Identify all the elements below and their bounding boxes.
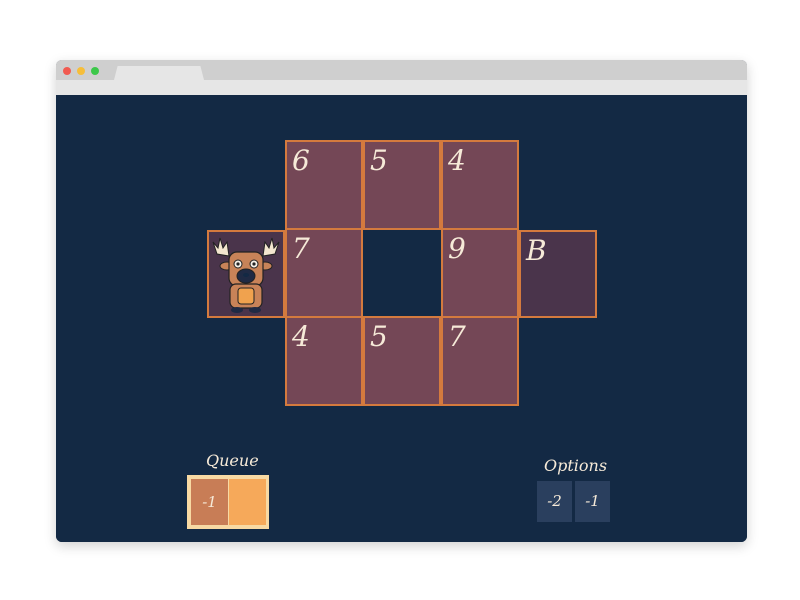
tile-top-1[interactable]: 6 xyxy=(285,140,363,230)
tile-middle-right[interactable]: 9 xyxy=(441,228,519,318)
tile-top-2[interactable]: 5 xyxy=(363,140,441,230)
tile-value: 5 xyxy=(370,144,388,177)
close-window-button[interactable] xyxy=(63,67,71,75)
tile-top-3[interactable]: 4 xyxy=(441,140,519,230)
queue-item[interactable] xyxy=(229,479,266,525)
tile-bottom-3[interactable]: 7 xyxy=(441,316,519,406)
tile-bottom-1[interactable]: 4 xyxy=(285,316,363,406)
browser-window: 6 5 4 7 9 B 4 5 7 Queue -1 Options -2 -1 xyxy=(56,60,747,542)
tile-value: 4 xyxy=(292,320,310,353)
option-button[interactable]: -1 xyxy=(575,481,610,522)
maximize-window-button[interactable] xyxy=(91,67,99,75)
option-button[interactable]: -2 xyxy=(537,481,572,522)
tile-value: 6 xyxy=(292,144,310,177)
minimize-window-button[interactable] xyxy=(77,67,85,75)
toolbar xyxy=(56,80,747,95)
tile-value: 9 xyxy=(448,232,466,265)
moose-sprite xyxy=(212,237,280,313)
tile-bonus[interactable]: B xyxy=(519,230,597,318)
tile-middle-left[interactable]: 7 xyxy=(285,228,363,318)
queue-panel: -1 xyxy=(187,475,269,529)
queue-item[interactable]: -1 xyxy=(191,479,228,525)
queue-title: Queue xyxy=(206,451,259,470)
game-viewport: 6 5 4 7 9 B 4 5 7 Queue -1 Options -2 -1 xyxy=(56,95,747,542)
tile-value: 4 xyxy=(448,144,466,177)
tile-value: 5 xyxy=(370,320,388,353)
player-tile[interactable] xyxy=(207,230,285,318)
tile-value: B xyxy=(526,234,547,267)
tile-bottom-2[interactable]: 5 xyxy=(363,316,441,406)
browser-tab[interactable] xyxy=(114,66,204,80)
tile-value: 7 xyxy=(292,232,310,265)
tile-value: 7 xyxy=(448,320,466,353)
options-title: Options xyxy=(544,456,608,475)
title-bar xyxy=(56,60,747,95)
